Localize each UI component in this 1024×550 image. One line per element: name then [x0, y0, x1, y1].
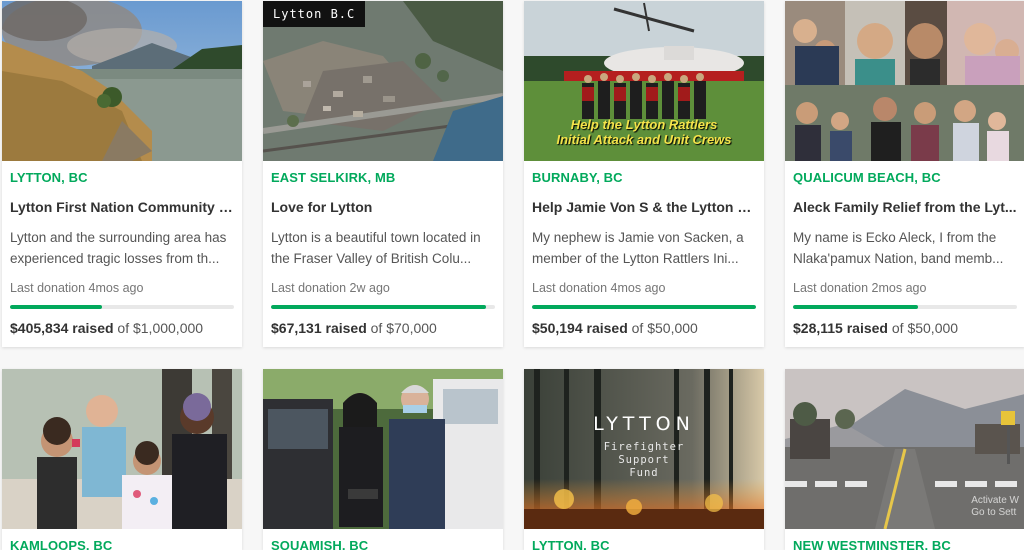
- fundraiser-image-lytton-fund[interactable]: LYTTON Firefighter Support Fund: [524, 369, 764, 529]
- image-subtitle-line: Support: [618, 454, 670, 466]
- last-donation: Last donation 2mos ago: [793, 281, 927, 295]
- card-title[interactable]: Help Jamie Von S & the Lytton R...: [532, 199, 756, 217]
- card-title[interactable]: Lytton First Nation Community E...: [10, 199, 234, 217]
- goal-value: of $50,000: [891, 320, 959, 336]
- image-tag: Lytton B.C: [263, 1, 366, 27]
- image-caption: Help the Lytton Rattlers Initial Attack …: [524, 117, 764, 147]
- image-title: LYTTON: [593, 413, 695, 435]
- fundraiser-image-family-forest[interactable]: [2, 369, 242, 529]
- goal-value: of $70,000: [370, 320, 437, 336]
- fundraiser-card[interactable]: Lytton B.C EAST SELKIRK, MB Love for Lyt…: [263, 1, 503, 347]
- progress-bar: [10, 305, 234, 309]
- raised-value: $28,115 raised: [793, 320, 888, 336]
- fundraiser-card[interactable]: Help the Lytton Rattlers Initial Attack …: [524, 1, 764, 347]
- progress-bar: [271, 305, 495, 309]
- fundraiser-image-aerial[interactable]: Lytton B.C: [263, 1, 503, 161]
- card-location: LYTTON, BC: [532, 538, 610, 550]
- card-location: BURNABY, BC: [532, 170, 623, 185]
- card-location: EAST SELKIRK, MB: [271, 170, 396, 185]
- raised-value: $67,131 raised: [271, 320, 367, 336]
- image-subtitle: Firefighter Support Fund: [524, 441, 764, 480]
- card-description: Lytton is a beautiful town located in th…: [271, 230, 481, 266]
- amount-raised: $405,834 raised of $1,000,000: [10, 320, 234, 338]
- last-donation: Last donation 4mos ago: [10, 281, 144, 295]
- card-description: My nephew is Jamie von Sacken, a member …: [532, 230, 744, 266]
- card-location: SQUAMISH, BC: [271, 538, 369, 550]
- amount-raised: $50,194 raised of $50,000: [532, 320, 756, 338]
- image-subtitle-line: Firefighter: [603, 441, 685, 453]
- progress-fill: [793, 305, 919, 309]
- fundraiser-image-street[interactable]: Activate W Go to Sett: [785, 369, 1024, 529]
- fundraiser-image-family[interactable]: [785, 1, 1024, 161]
- progress-fill: [271, 305, 487, 309]
- card-location: NEW WESTMINSTER, BC: [793, 538, 951, 550]
- fundraiser-card[interactable]: LYTTON Firefighter Support Fund LYTTON, …: [524, 369, 764, 550]
- card-description: My name is Ecko Aleck, I from the Nlaka'…: [793, 230, 1004, 266]
- last-donation: Last donation 4mos ago: [532, 281, 666, 295]
- goal-value: of $50,000: [631, 320, 698, 336]
- progress-fill: [532, 305, 756, 309]
- card-location: LYTTON, BC: [10, 170, 88, 185]
- image-caption-line: Help the Lytton Rattlers: [570, 117, 718, 132]
- fundraiser-image-crew[interactable]: Help the Lytton Rattlers Initial Attack …: [524, 1, 764, 161]
- activate-windows-watermark: Activate W Go to Sett: [971, 495, 1019, 519]
- fundraiser-card[interactable]: SQUAMISH, BC: [263, 369, 503, 550]
- image-subtitle-line: Fund: [629, 467, 659, 479]
- progress-bar: [793, 305, 1017, 309]
- fundraiser-image-wildfire[interactable]: [2, 1, 242, 161]
- progress-fill: [10, 305, 102, 309]
- watermark-line: Go to Sett: [971, 507, 1017, 518]
- card-title[interactable]: Love for Lytton: [271, 199, 495, 217]
- fundraiser-grid: LYTTON, BC Lytton First Nation Community…: [0, 0, 1024, 550]
- fundraiser-card[interactable]: KAMLOOPS, BC: [2, 369, 242, 550]
- fundraiser-card[interactable]: QUALICUM BEACH, BC Aleck Family Relief f…: [785, 1, 1024, 347]
- raised-value: $50,194 raised: [532, 320, 628, 336]
- raised-value: $405,834 raised: [10, 320, 114, 336]
- last-donation: Last donation 2w ago: [271, 281, 390, 295]
- amount-raised: $67,131 raised of $70,000: [271, 320, 495, 338]
- card-description: Lytton and the surrounding area has expe…: [10, 230, 227, 266]
- card-title[interactable]: Aleck Family Relief from the Lyt...: [793, 199, 1017, 217]
- card-location: KAMLOOPS, BC: [10, 538, 113, 550]
- watermark-line: Activate W: [971, 495, 1019, 506]
- fundraiser-card[interactable]: Activate W Go to Sett NEW WESTMINSTER, B…: [785, 369, 1024, 550]
- fundraiser-card[interactable]: LYTTON, BC Lytton First Nation Community…: [2, 1, 242, 347]
- card-location: QUALICUM BEACH, BC: [793, 170, 941, 185]
- fundraiser-image-couple[interactable]: [263, 369, 503, 529]
- image-caption-line: Initial Attack and Unit Crews: [556, 132, 732, 147]
- amount-raised: $28,115 raised of $50,000: [793, 320, 1017, 338]
- goal-value: of $1,000,000: [117, 320, 204, 336]
- progress-bar: [532, 305, 756, 309]
